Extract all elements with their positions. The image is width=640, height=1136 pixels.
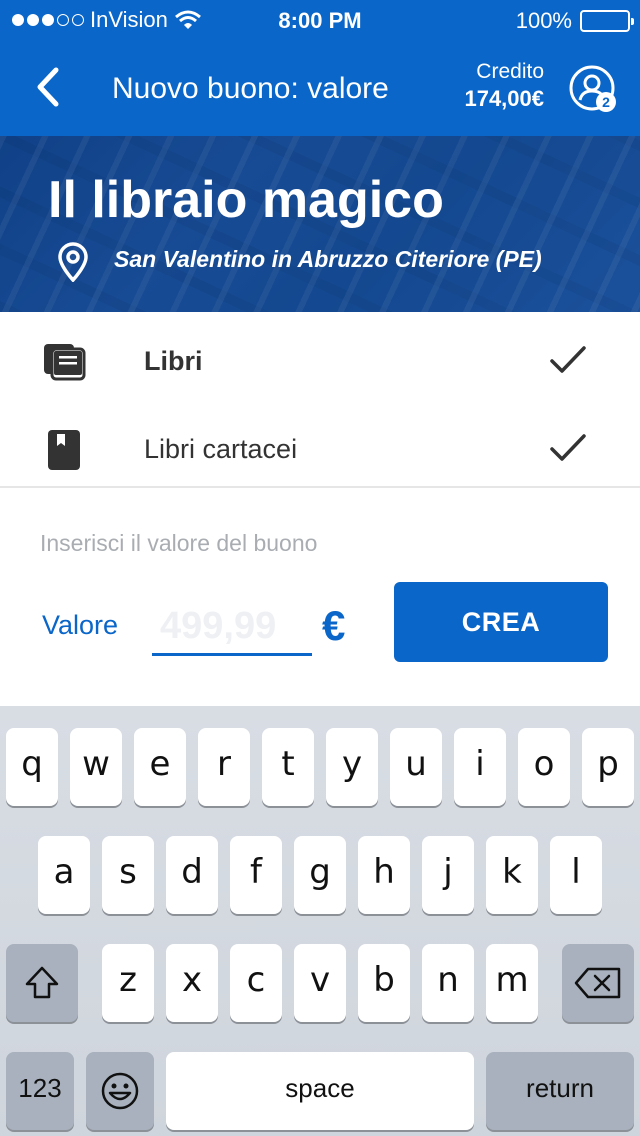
delete-key[interactable] (562, 944, 634, 1022)
page-title: Nuovo buono: valore (112, 72, 389, 105)
checkmark-icon (550, 346, 586, 373)
key-w[interactable]: w (70, 728, 122, 806)
create-button[interactable]: CREA (394, 582, 608, 662)
key-u[interactable]: u (390, 728, 442, 806)
key-z[interactable]: z (102, 944, 154, 1022)
value-label: Valore (42, 610, 119, 640)
profile-badge-count: 2 (602, 94, 610, 110)
value-input[interactable] (152, 600, 312, 656)
return-key[interactable]: return (486, 1052, 634, 1130)
books-icon (44, 344, 86, 381)
key-v[interactable]: v (294, 944, 346, 1022)
store-location: San Valentino in Abruzzo Citeriore (PE) (114, 246, 542, 272)
key-f[interactable]: f (230, 836, 282, 914)
location-pin-icon (58, 242, 88, 282)
key-d[interactable]: d (166, 836, 218, 914)
battery-icon (580, 10, 634, 32)
key-r[interactable]: r (198, 728, 250, 806)
space-key[interactable]: space (166, 1052, 474, 1130)
key-a[interactable]: a (38, 836, 90, 914)
key-l[interactable]: l (550, 836, 602, 914)
key-n[interactable]: n (422, 944, 474, 1022)
profile-icon[interactable]: 2 (568, 64, 618, 114)
category-label: Libri (144, 346, 203, 376)
category-row-libri-cartacei[interactable]: Libri cartacei (0, 404, 640, 492)
key-t[interactable]: t (262, 728, 314, 806)
key-s[interactable]: s (102, 836, 154, 914)
key-y[interactable]: y (326, 728, 378, 806)
key-j[interactable]: j (422, 836, 474, 914)
top-bar: InVision 8:00 PM 100% Nuovo buono: valor… (0, 0, 640, 136)
backspace-icon (574, 967, 621, 999)
key-q[interactable]: q (6, 728, 58, 806)
key-h[interactable]: h (358, 836, 410, 914)
category-row-libri[interactable]: Libri (0, 316, 640, 404)
bookmark-book-icon (48, 430, 80, 470)
category-label: Libri cartacei (144, 434, 298, 464)
key-m[interactable]: m (486, 944, 538, 1022)
key-k[interactable]: k (486, 836, 538, 914)
battery-area: 100% (515, 8, 634, 34)
keyboard: q w e r t y u i o p a s d f g h j k l z … (0, 706, 640, 1136)
key-i[interactable]: i (454, 728, 506, 806)
key-b[interactable]: b (358, 944, 410, 1022)
key-g[interactable]: g (294, 836, 346, 914)
credit-display: Credito 174,00€ (464, 60, 544, 112)
numbers-key[interactable]: 123 (6, 1052, 74, 1130)
shift-key[interactable] (6, 944, 78, 1022)
shift-arrow-icon (25, 966, 59, 999)
store-banner: Il libraio magico San Valentino in Abruz… (0, 136, 640, 312)
emoji-icon (101, 1072, 139, 1110)
battery-percent: 100% (515, 8, 572, 33)
key-c[interactable]: c (230, 944, 282, 1022)
credit-label: Credito (476, 60, 544, 83)
store-name: Il libraio magico (48, 171, 444, 229)
navigation-bar: Nuovo buono: valore Credito 174,00€ 2 (0, 40, 640, 136)
credit-value: 174,00€ (464, 86, 544, 111)
key-p[interactable]: p (582, 728, 634, 806)
currency-symbol: € (322, 602, 346, 649)
key-e[interactable]: e (134, 728, 186, 806)
emoji-key[interactable] (86, 1052, 154, 1130)
checkmark-icon (550, 434, 586, 461)
voucher-hint: Inserisci il valore del buono (40, 530, 318, 556)
divider (0, 486, 640, 488)
key-x[interactable]: x (166, 944, 218, 1022)
back-chevron-icon[interactable] (28, 62, 68, 112)
key-o[interactable]: o (518, 728, 570, 806)
status-bar: InVision 8:00 PM 100% (0, 0, 640, 40)
